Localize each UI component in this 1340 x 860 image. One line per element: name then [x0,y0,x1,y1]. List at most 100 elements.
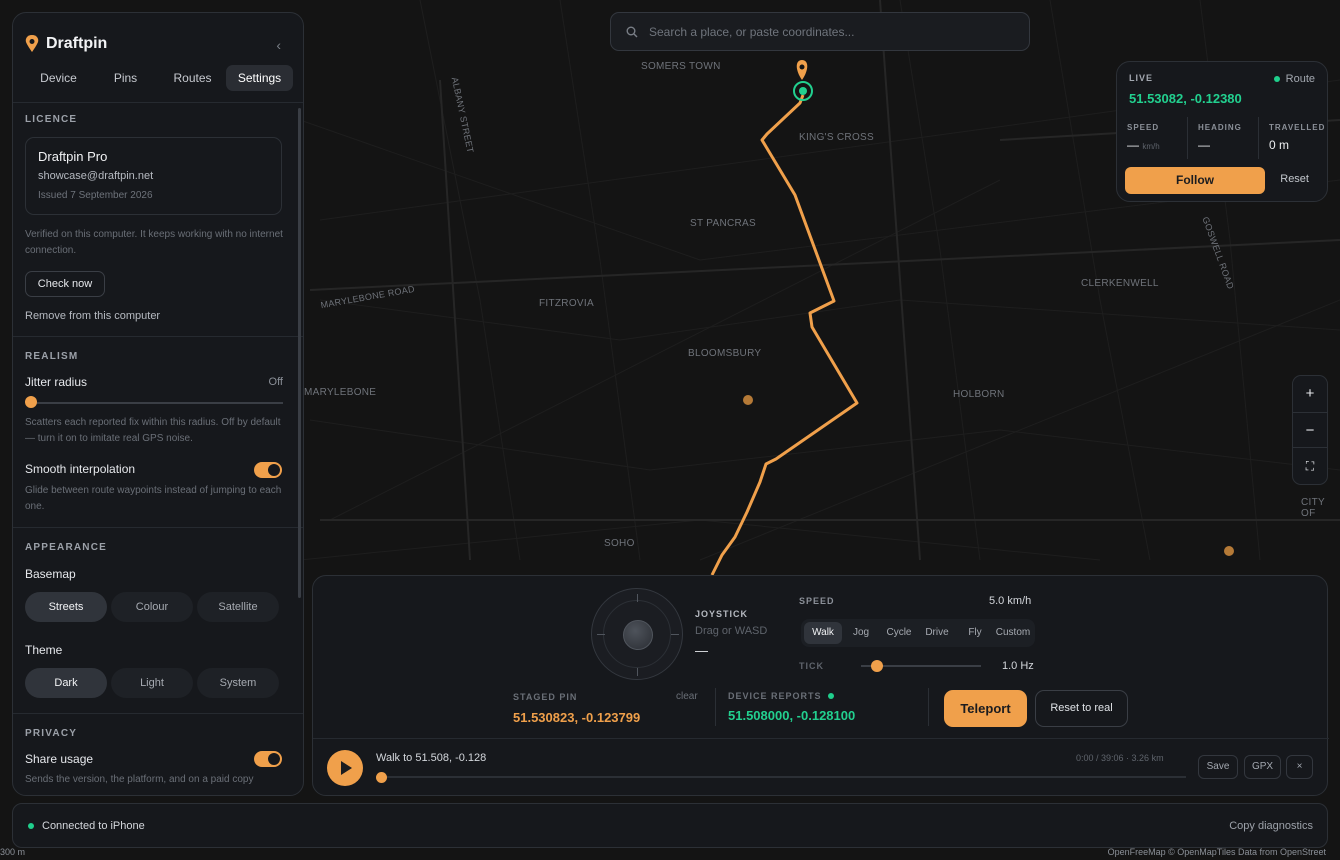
zoom-in-button[interactable]: + [1293,376,1327,412]
map-label: ST PANCRAS [690,218,756,229]
privacy-heading: PRIVACY [25,728,78,739]
theme-option-dark[interactable]: Dark [25,668,107,698]
sidebar-header: Draftpin [25,35,107,53]
mode-fly[interactable]: Fly [956,622,994,644]
map-attribution[interactable]: OpenFreeMap © OpenMapTiles Data from Ope… [1108,847,1326,857]
licence-product: Draftpin Pro [38,149,108,164]
copy-diagnostics-button[interactable]: Copy diagnostics [1229,820,1313,832]
smooth-interpolation-toggle[interactable] [254,462,282,478]
joystick-value: — [695,643,708,658]
live-panel: LIVE Route 51.53082, -0.12380 SPEED — km/… [1116,61,1328,202]
teleport-button[interactable]: Teleport [944,690,1027,727]
sidebar-scrollbar[interactable] [298,108,301,598]
staged-clear-link[interactable]: clear [676,691,698,702]
jitter-note: Scatters each reported fix within this r… [25,417,281,444]
theme-selector: Dark Light System [25,668,279,698]
theme-option-light[interactable]: Light [111,668,193,698]
theme-option-system[interactable]: System [197,668,279,698]
speed-label: SPEED [799,596,835,606]
licence-issued: Issued 7 September 2026 [38,190,153,201]
smooth-interpolation-note: Glide between route waypoints instead of… [25,485,282,512]
mode-walk[interactable]: Walk [804,622,842,644]
collapse-sidebar-icon[interactable]: ‹ [276,37,281,53]
device-reports-label: DEVICE REPORTS [728,691,835,701]
speed-value: 5.0 km/h [989,595,1032,607]
search-bar [610,12,1030,51]
close-icon[interactable]: × [1286,755,1313,779]
live-coordinates: 51.53082, -0.12380 [1129,91,1242,106]
share-usage-toggle[interactable] [254,751,282,767]
staged-pin-coordinates: 51.530823, -0.123799 [513,710,641,725]
basemap-label: Basemap [25,567,76,581]
follow-button[interactable]: Follow [1125,167,1265,194]
live-mode: Route [1273,73,1315,85]
joystick-knob[interactable] [623,620,653,650]
jitter-value: Off [268,376,283,388]
jitter-label: Jitter radius [25,375,88,389]
sidebar: Draftpin ‹ Device Pins Routes Settings L… [12,12,304,796]
map-scale: 300 m [0,847,26,857]
connection-dot-icon [28,823,34,829]
joystick-hint: Drag or WASD [695,625,768,637]
map-label: FITZROVIA [539,298,594,309]
sidebar-tabs: Device Pins Routes Settings [25,65,293,91]
playback-progress-track[interactable] [381,776,1186,778]
fit-view-icon[interactable]: ⛶ [1293,448,1327,484]
share-usage-note: Sends the version, the platform, and on … [25,774,254,785]
heading-stat-label: HEADING [1198,123,1242,132]
jitter-slider-thumb[interactable] [25,396,37,408]
playback-time: 0:00 / 39:06 · 3.26 km [1076,753,1164,763]
appearance-heading: APPEARANCE [25,542,108,553]
live-reset-button[interactable]: Reset [1280,173,1309,185]
basemap-option-streets[interactable]: Streets [25,592,107,622]
status-bar: Connected to iPhone Copy diagnostics [12,803,1328,848]
check-now-button[interactable]: Check now [25,271,105,297]
travelled-stat-label: TRAVELLED [1269,123,1326,132]
licence-email: showcase@draftpin.net [38,170,154,182]
save-button[interactable]: Save [1198,755,1238,779]
pin-icon [25,35,39,52]
tab-device[interactable]: Device [25,65,92,91]
speed-mode-selector: Walk Jog Cycle Drive Fly Custom [801,619,1035,647]
remove-licence-link[interactable]: Remove from this computer [25,310,160,322]
search-icon [626,26,638,37]
device-reports-coordinates: 51.508000, -0.128100 [728,708,856,723]
basemap-option-satellite[interactable]: Satellite [197,592,279,622]
map-label: SOHO [604,538,635,549]
realism-heading: REALISM [25,351,79,362]
licence-note: Verified on this computer. It keeps work… [25,229,283,256]
map-label: CITY OF [1301,497,1325,519]
map-label: SOMERS TOWN [641,61,721,72]
map-label: KING'S CROSS [799,132,874,143]
live-label: LIVE [1129,73,1154,83]
map-label: CLERKENWELL [1081,278,1159,289]
map-label: MARYLEBONE [304,387,377,398]
tab-settings[interactable]: Settings [226,65,293,91]
tab-routes[interactable]: Routes [159,65,226,91]
zoom-out-button[interactable]: − [1293,412,1327,448]
mode-cycle[interactable]: Cycle [880,622,918,644]
smooth-interpolation-label: Smooth interpolation [25,462,136,476]
joystick[interactable] [591,588,683,680]
play-button[interactable] [327,750,363,786]
mode-jog[interactable]: Jog [842,622,880,644]
basemap-option-colour[interactable]: Colour [111,592,193,622]
licence-card: Draftpin Pro showcase@draftpin.net Issue… [25,137,282,215]
mode-drive[interactable]: Drive [918,622,956,644]
mode-custom[interactable]: Custom [994,622,1032,644]
tab-pins[interactable]: Pins [92,65,159,91]
playback-progress-thumb[interactable] [376,772,387,783]
staged-pin-label: STAGED PIN [513,692,578,702]
search-input[interactable] [649,24,1019,39]
tick-slider-thumb[interactable] [870,660,883,672]
tick-label: TICK [799,661,824,671]
basemap-selector: Streets Colour Satellite [25,592,279,622]
waypoint-marker[interactable] [1224,546,1234,556]
waypoint-marker[interactable] [743,395,753,405]
connection-status: Connected to iPhone [42,820,145,832]
speed-stat-label: SPEED [1127,123,1160,132]
heading-stat-value: — [1198,138,1210,152]
reset-to-real-button[interactable]: Reset to real [1035,690,1128,727]
jitter-slider-track[interactable] [31,402,283,404]
gpx-button[interactable]: GPX [1244,755,1281,779]
